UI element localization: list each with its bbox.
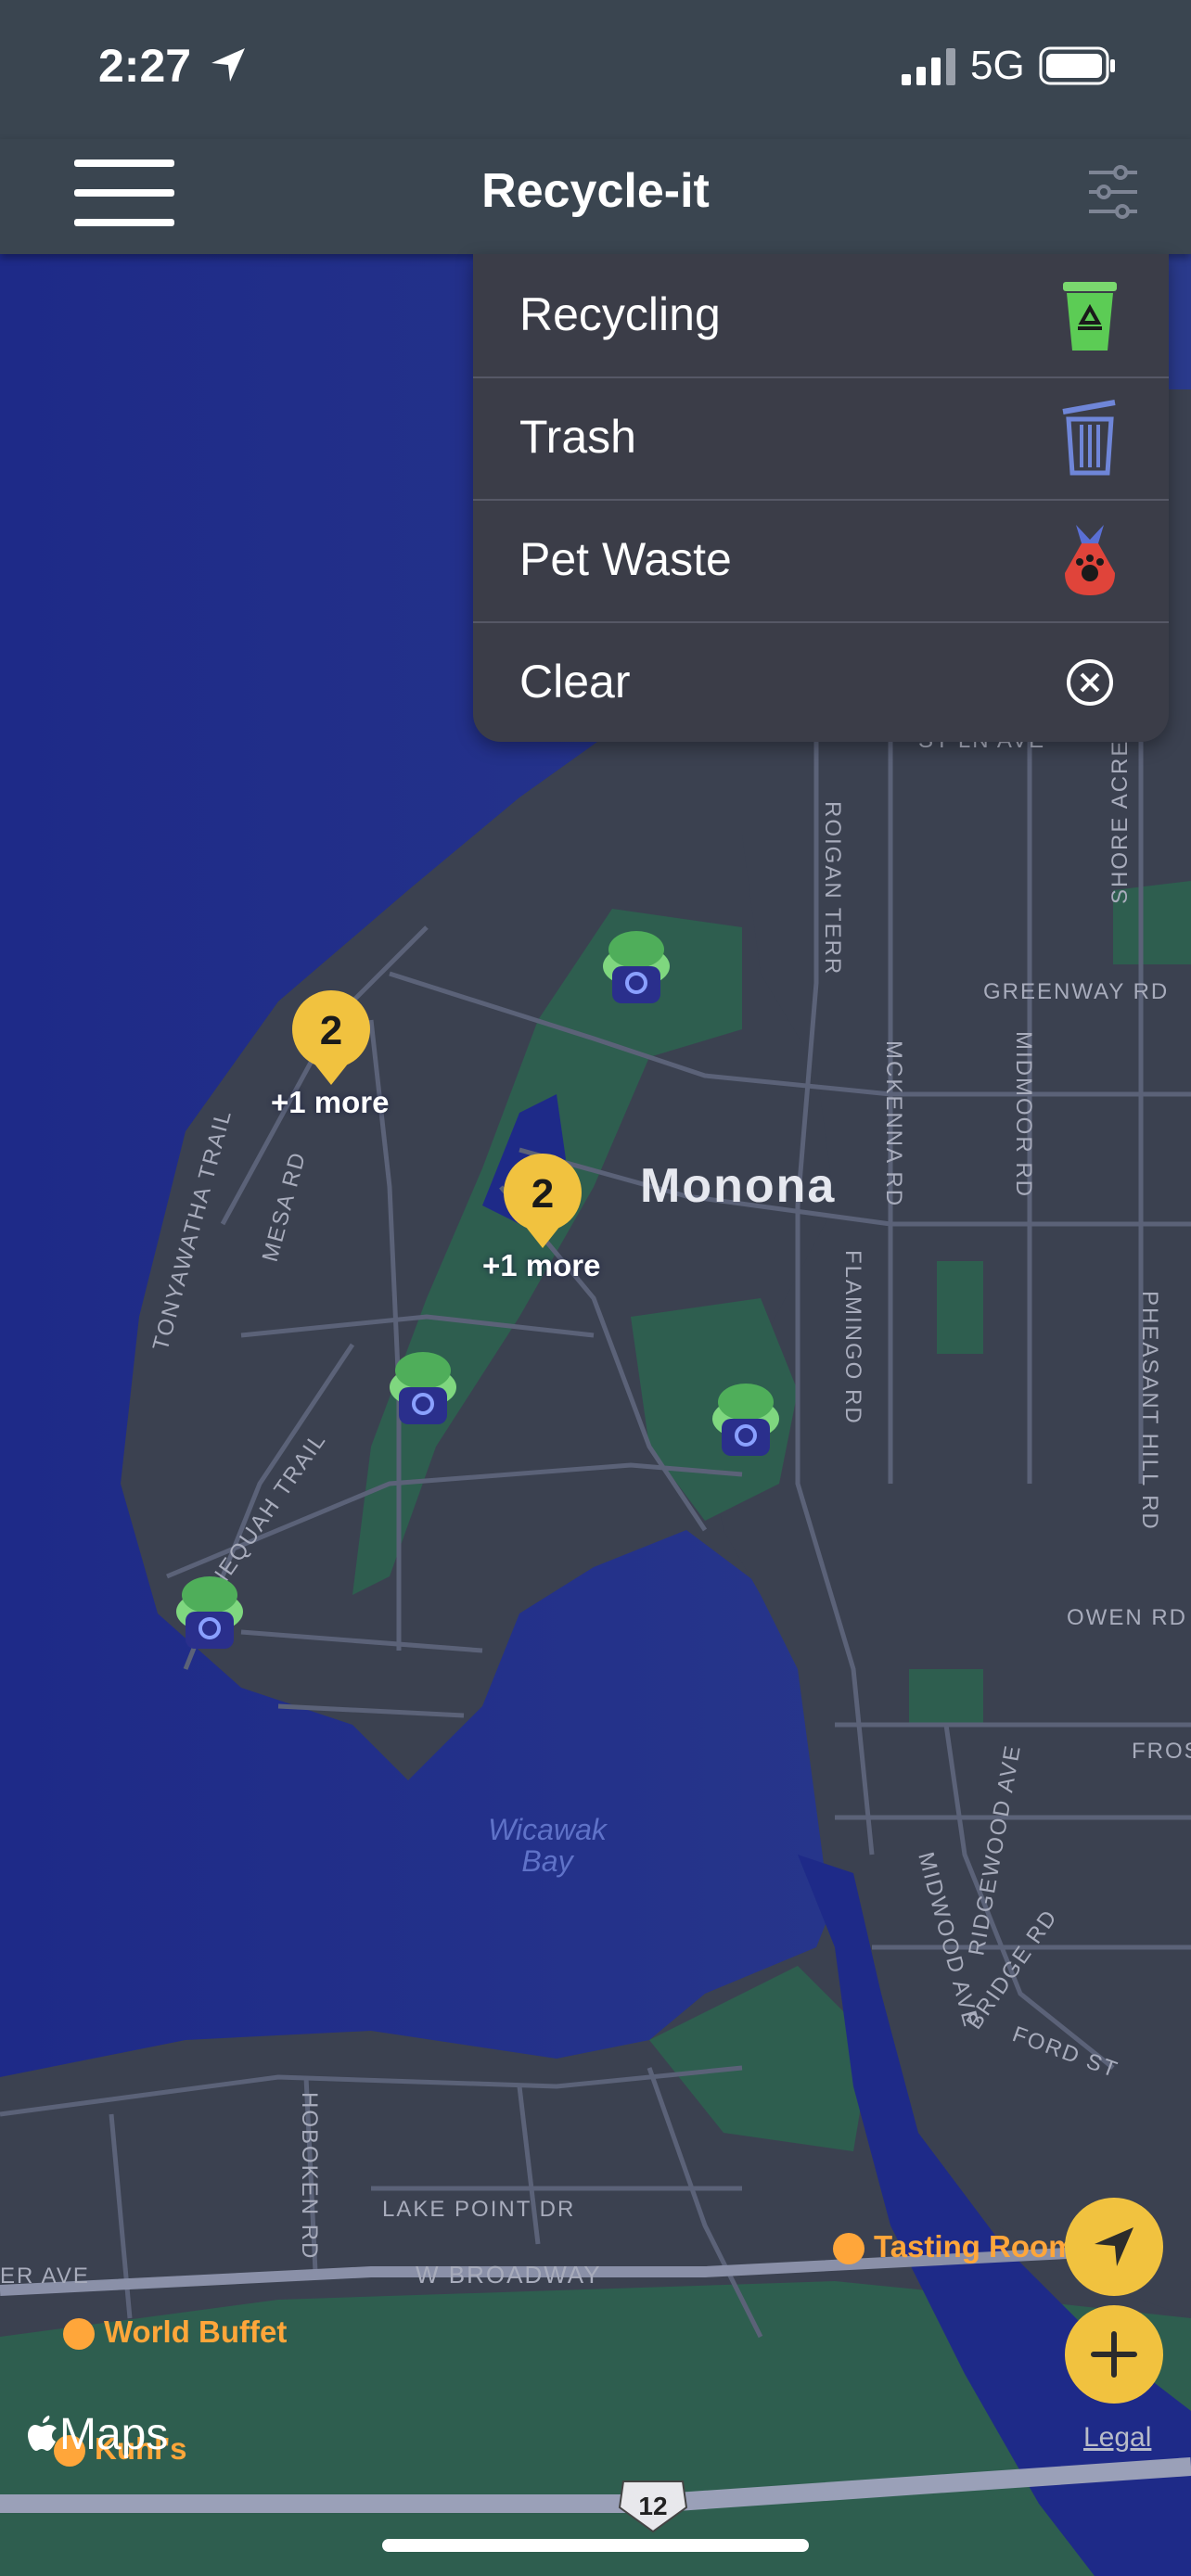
apple-logo-icon <box>28 2416 57 2451</box>
filter-dropdown-menu: Recycling Trash Pet Waste Clear <box>473 254 1169 742</box>
street-label: MCKENNA RD <box>881 1040 906 1207</box>
battery-icon <box>1039 46 1115 85</box>
poi-label: Tasting Room <box>874 2229 1076 2264</box>
status-time: 2:27 <box>98 40 192 92</box>
street-label: OWEN RD <box>1067 1605 1187 1630</box>
menu-item-trash[interactable]: Trash <box>473 376 1169 501</box>
street-label: MIDMOOR RD <box>1011 1031 1036 1198</box>
apple-maps-logo: Maps <box>28 2409 168 2460</box>
park-area-4 <box>909 1669 983 1725</box>
recycling-bin-icon <box>1063 282 1117 351</box>
street-label: PHEASANT HILL RD <box>1137 1291 1162 1531</box>
cluster-count: 2 <box>320 1008 342 1053</box>
street-label: GREENWAY RD <box>983 979 1169 1004</box>
location-arrow-icon <box>1095 2227 1133 2266</box>
menu-item-label: Pet Waste <box>519 533 732 585</box>
street-label: W BROADWAY <box>416 2261 602 2289</box>
place-label-monona: Monona <box>640 1159 836 1213</box>
trash-can-icon <box>1062 400 1116 476</box>
street-label: FROS <box>1132 1739 1191 1764</box>
menu-item-clear[interactable]: Clear <box>473 621 1169 742</box>
poi-label: World Buffet <box>104 2315 288 2349</box>
cluster-more-label: +1 more <box>482 1248 601 1282</box>
recycle-marker-icon[interactable] <box>712 1384 779 1456</box>
menu-item-recycling[interactable]: Recycling <box>473 254 1169 378</box>
cluster-more-label: +1 more <box>271 1085 390 1119</box>
poi-world-buffet[interactable]: World Buffet <box>63 2315 288 2351</box>
page-title: Recycle-it <box>481 164 710 218</box>
menu-item-label: Recycling <box>519 288 721 340</box>
recycle-marker-icon[interactable] <box>176 1576 243 1649</box>
street-label: ER AVE <box>0 2264 90 2289</box>
menu-item-label: Clear <box>519 656 631 708</box>
filter-sliders-icon[interactable] <box>1087 163 1139 221</box>
maps-attribution: Maps <box>59 2410 169 2459</box>
recycle-marker-icon[interactable] <box>390 1352 456 1424</box>
recycle-marker-icon[interactable] <box>603 931 670 1003</box>
restaurant-icon <box>833 2233 864 2265</box>
signal-bars-icon <box>902 48 955 85</box>
menu-item-label: Trash <box>519 411 636 463</box>
park-area-5 <box>937 1261 983 1354</box>
poi-tasting-room[interactable]: Tasting Room <box>833 2229 1076 2265</box>
street-label: ROIGAN TERR <box>820 801 845 976</box>
street-label: SHORE ACRES <box>1108 723 1133 904</box>
cluster-count: 2 <box>531 1171 554 1217</box>
pet-waste-bag-icon <box>1065 525 1115 595</box>
clear-circle-x-icon <box>1067 659 1113 706</box>
street-label: HOBOKEN RD <box>297 2092 322 2260</box>
menu-item-pet-waste[interactable]: Pet Waste <box>473 499 1169 623</box>
plus-icon <box>1091 2331 1137 2378</box>
network-type: 5G <box>970 43 1025 88</box>
add-location-button[interactable] <box>1065 2305 1163 2404</box>
highway-shield-number: 12 <box>638 2492 667 2520</box>
location-arrow-icon <box>211 48 245 82</box>
street-label: LAKE POINT DR <box>382 2197 575 2222</box>
status-bar: 2:27 5G <box>0 0 1191 139</box>
legal-link[interactable]: Legal <box>1083 2422 1151 2454</box>
restaurant-icon <box>63 2318 95 2351</box>
street-label: FLAMINGO RD <box>840 1250 865 1425</box>
current-location-button[interactable] <box>1065 2198 1163 2296</box>
water-label: Wicawak <box>488 1813 608 1846</box>
water-label: Bay <box>521 1844 574 1878</box>
home-indicator <box>382 2539 809 2552</box>
